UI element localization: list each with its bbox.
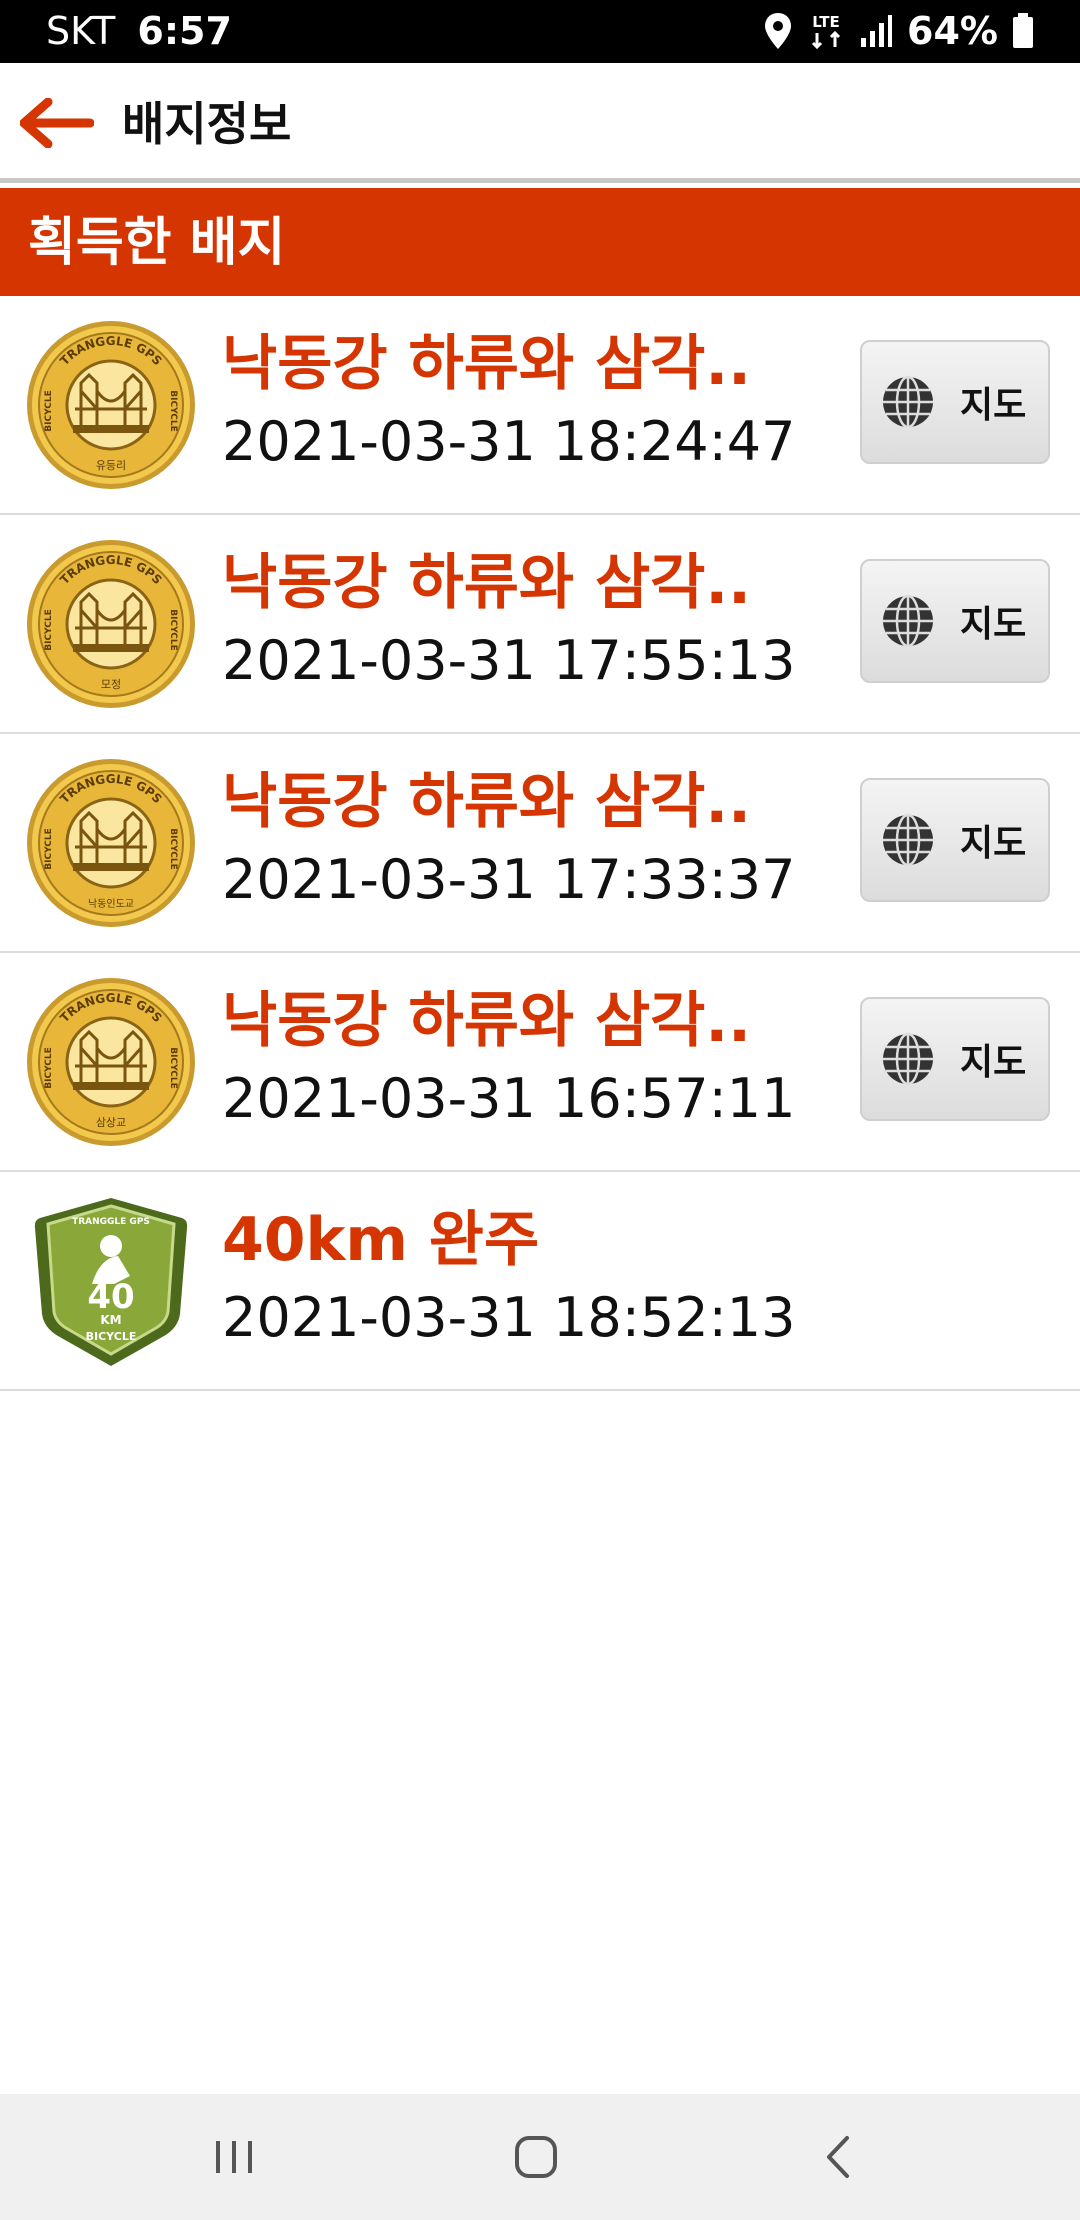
badge-emblem-place: 삼상교 [96,1116,126,1129]
badge-emblem-side: BICYCLE [168,1047,178,1089]
map-button[interactable]: 지도 [860,997,1050,1121]
badge-date: 2021-03-31 17:33:37 [222,848,796,911]
bridge-badge-icon: TRANGGLE GPS BICYCLE BICYCLE 모정 [27,540,195,708]
badge-row[interactable]: TRANGGLE GPS BICYCLE BICYCLE 모정 낙동강 하류와 … [0,515,1080,734]
badge-emblem-unit: KM [100,1313,121,1327]
badge-emblem-side: BICYCLE [44,609,54,651]
map-button-label: 지도 [960,604,1027,645]
badge-emblem-side: BICYCLE [168,390,178,432]
badge-title: 낙동강 하류와 삼각.. [222,329,751,399]
badge-row[interactable]: TRANGGLE GPS BICYCLE BICYCLE 유등리 낙동강 하류와… [0,296,1080,515]
carrier-name: SKT [46,9,116,53]
badge-emblem-place: 낙동인도교 [88,898,134,910]
bridge-badge-icon: TRANGGLE GPS BICYCLE BICYCLE 삼상교 [27,978,195,1146]
badge-emblem-top: TRANGGLE GPS [72,1217,150,1227]
badge-emblem-place: 유등리 [96,459,126,472]
badge-list: TRANGGLE GPS BICYCLE BICYCLE 유등리 낙동강 하류와… [0,296,1080,1391]
globe-icon [883,594,933,648]
status-right: LTE 64% [763,8,1034,54]
section-header: 획득한 배지 [0,188,1080,296]
back-icon [827,2136,849,2178]
map-button[interactable]: 지도 [860,778,1050,902]
map-button[interactable]: 지도 [860,559,1050,683]
badge-emblem-bottom: BICYCLE [86,1330,137,1343]
badge-emblem-side: BICYCLE [44,828,54,870]
badge-emblem-place: 모정 [101,678,121,691]
badge-emblem-side: BICYCLE [168,828,178,870]
globe-icon [883,375,933,429]
badge-emblem-number: 40 [87,1277,134,1317]
bridge-badge-icon: TRANGGLE GPS BICYCLE BICYCLE 낙동인도교 [27,759,195,927]
badge-emblem-side: BICYCLE [168,609,178,651]
badge-title: 낙동강 하류와 삼각.. [222,986,751,1056]
badge-date: 2021-03-31 17:55:13 [222,629,796,692]
app-bar: 배지정보 [0,63,1080,183]
map-button-label: 지도 [960,823,1027,864]
section-title: 획득한 배지 [28,213,286,273]
badge-row[interactable]: TRANGGLE GPS 40 KM BICYCLE 40km 완주 2021-… [0,1172,1080,1391]
lte-label: LTE [812,13,840,31]
badge-emblem-side: BICYCLE [44,1047,54,1089]
map-button-label: 지도 [960,1042,1027,1083]
back-arrow-icon [20,98,94,148]
map-button-label: 지도 [960,385,1027,426]
system-nav-bar [0,2094,1080,2220]
clock-time: 6:57 [137,9,232,53]
status-bar: SKT 6:57 LTE 64% [0,0,1080,63]
battery-icon [1012,13,1034,49]
globe-icon [883,813,933,867]
home-button[interactable] [436,2094,636,2220]
recent-apps-icon [216,2141,252,2173]
bridge-badge-icon: TRANGGLE GPS BICYCLE BICYCLE 유등리 [27,321,195,489]
page-title: 배지정보 [122,97,292,151]
globe-icon [883,1032,933,1086]
recent-apps-button[interactable] [134,2094,334,2220]
badge-title: 낙동강 하류와 삼각.. [222,767,751,837]
badge-row[interactable]: TRANGGLE GPS BICYCLE BICYCLE 낙동인도교 낙동강 하… [0,734,1080,953]
badge-date: 2021-03-31 18:24:47 [222,410,796,473]
map-button[interactable]: 지도 [860,340,1050,464]
badge-title: 40km 완주 [222,1205,540,1275]
badge-date: 2021-03-31 16:57:11 [222,1067,796,1130]
home-icon [515,2136,557,2178]
status-left: SKT 6:57 [46,8,232,54]
lte-icon: LTE [807,11,845,51]
badge-title: 낙동강 하류와 삼각.. [222,548,751,618]
cycling-40km-badge-icon: TRANGGLE GPS 40 KM BICYCLE [34,1198,188,1366]
signal-icon [859,14,893,48]
badge-date: 2021-03-31 18:52:13 [222,1286,796,1349]
badge-row[interactable]: TRANGGLE GPS BICYCLE BICYCLE 삼상교 낙동강 하류와… [0,953,1080,1172]
location-icon [763,12,793,50]
system-back-button[interactable] [738,2094,938,2220]
battery-percent: 64% [907,9,998,53]
back-button[interactable] [20,91,100,155]
badge-emblem-side: BICYCLE [44,390,54,432]
